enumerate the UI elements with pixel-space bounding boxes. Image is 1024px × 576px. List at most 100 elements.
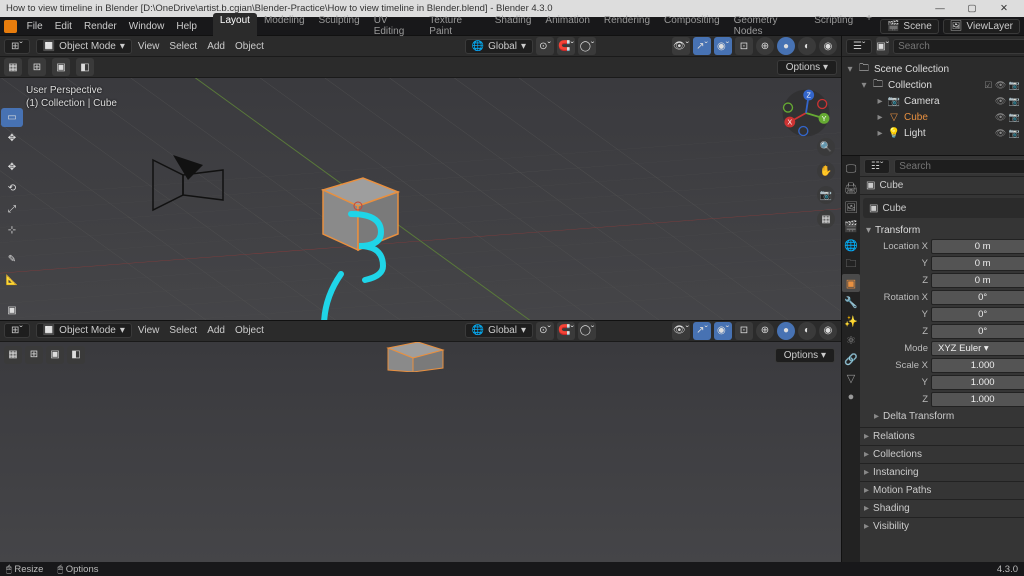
breadcrumb[interactable]: ▣ Cube📌 <box>860 177 1024 195</box>
vp-menu-add[interactable]: Add <box>207 41 225 52</box>
tool-move[interactable]: ✥ <box>1 158 23 177</box>
vp-menu-view[interactable]: View <box>138 41 160 52</box>
menu-render[interactable]: Render <box>78 21 123 32</box>
ptab-particles[interactable]: ✨ <box>842 312 860 330</box>
overlay2-icon-1[interactable]: ▦ <box>4 346 22 364</box>
menu-help[interactable]: Help <box>170 21 203 32</box>
tool-annotate[interactable]: ✎ <box>1 250 23 269</box>
shading-solid-button[interactable]: ● <box>777 37 795 55</box>
rotation-mode-select[interactable]: XYZ Euler ▾ <box>931 341 1024 356</box>
scale-y-input[interactable]: 1.000 <box>931 375 1024 390</box>
vp2-menu-add[interactable]: Add <box>207 325 225 336</box>
ptab-physics[interactable]: ⚛ <box>842 331 860 349</box>
options-button-2[interactable]: Options ▾ <box>775 348 835 363</box>
proportional-button[interactable]: ◯ˇ <box>578 37 596 55</box>
mode-selector-2[interactable]: 🔲 Object Mode ▾ <box>36 323 132 338</box>
overlay-button-2[interactable]: ◉ˇ <box>714 322 732 340</box>
outliner-filter-icon[interactable]: ▣ˇ <box>876 37 889 55</box>
tree-row-camera[interactable]: ▸📷Camera👁 📷 <box>844 93 1022 109</box>
row-toggles[interactable]: 👁 📷 <box>995 96 1020 107</box>
status-resize[interactable]: 🖱 Resize <box>6 564 43 575</box>
outliner-editor-type[interactable]: ☰ˇ <box>846 39 872 54</box>
vp-menu-object[interactable]: Object <box>235 41 264 52</box>
ptab-world[interactable]: 🌐 <box>842 236 860 254</box>
tree-row-light[interactable]: ▸💡Light👁 📷 <box>844 125 1022 141</box>
snap-button[interactable]: 🧲ˇ <box>557 37 575 55</box>
shading-rendered-button[interactable]: ◉ <box>819 37 837 55</box>
tool-cursor[interactable]: ✥ <box>1 129 23 148</box>
tool-add-cube[interactable]: ▣ <box>1 301 23 320</box>
nav-gizmo[interactable]: X Y Z <box>779 86 833 140</box>
row-toggles[interactable]: 👁 📷 <box>995 128 1020 139</box>
datablock-name[interactable]: ▣ Cube <box>863 198 1024 218</box>
gizmo-button[interactable]: ↗ˇ <box>693 37 711 55</box>
overlay2-icon-4[interactable]: ◧ <box>67 346 85 364</box>
proportional-button-2[interactable]: ◯ˇ <box>578 322 596 340</box>
location-x-input[interactable]: 0 m <box>931 239 1024 254</box>
ptab-data[interactable]: ▽ <box>842 369 860 387</box>
vp2-menu-select[interactable]: Select <box>169 325 197 336</box>
outliner-search-input[interactable] <box>893 39 1024 54</box>
tool-scale[interactable]: ⤢ <box>1 200 23 219</box>
xray-button-2[interactable]: ⊡ <box>735 322 753 340</box>
mode-selector[interactable]: 🔲 Object Mode ▾ <box>36 39 132 54</box>
delta-transform-section[interactable]: ▸Delta Transform <box>864 408 1024 425</box>
outliner-tree[interactable]: ▾🗀Scene Collection ▾🗀Collection☑ 👁 📷 ▸📷C… <box>842 57 1024 155</box>
shading-material-button-2[interactable]: ◐ <box>798 322 816 340</box>
ptab-render[interactable]: 🖵 <box>842 160 860 178</box>
tree-row-collection[interactable]: ▾🗀Collection☑ 👁 📷 <box>844 77 1022 93</box>
rotation-z-input[interactable]: 0° <box>931 324 1024 339</box>
menu-file[interactable]: File <box>21 21 49 32</box>
ptab-viewlayer[interactable]: 🖼 <box>842 198 860 216</box>
pan-button[interactable]: ✋ <box>817 162 835 180</box>
tool-select-box[interactable]: ▭ <box>1 108 23 127</box>
props-search-input[interactable] <box>894 159 1024 174</box>
options-button[interactable]: Options ▾ <box>777 60 837 75</box>
snap-button-2[interactable]: 🧲ˇ <box>557 322 575 340</box>
shading-solid-button-2[interactable]: ● <box>777 322 795 340</box>
overlay-icon-2[interactable]: ⊞ <box>28 58 46 76</box>
scale-x-input[interactable]: 1.000 <box>931 358 1024 373</box>
editor-type-button[interactable]: ⊞ˇ <box>4 39 30 54</box>
vp2-menu-object[interactable]: Object <box>235 325 264 336</box>
section-motion-paths[interactable]: ▸Motion Paths <box>860 481 1024 499</box>
close-button[interactable]: ✕ <box>990 1 1018 16</box>
pivot-button[interactable]: ⊙ˇ <box>536 37 554 55</box>
ptab-object[interactable]: ▣ <box>842 274 860 292</box>
viewport-3d[interactable]: ▭ ✥ ✥ ⟲ ⤢ ⊹ ✎ 📐 ▣ User Perspective (1) C… <box>0 78 841 320</box>
perspective-button[interactable]: ▦ <box>817 210 835 228</box>
scene-selector[interactable]: 🎬 Scene <box>880 19 939 34</box>
viewport-3d-2[interactable]: ▦ ⊞ ▣ ◧ Options ▾ <box>0 342 841 563</box>
minimize-button[interactable]: — <box>926 1 954 16</box>
tool-transform[interactable]: ⊹ <box>1 221 23 240</box>
overlay-icon-3[interactable]: ▣ <box>52 58 70 76</box>
visibility-button-2[interactable]: 👁ˇ <box>672 322 690 340</box>
overlay-icon-4[interactable]: ◧ <box>76 58 94 76</box>
tree-row-scene-collection[interactable]: ▾🗀Scene Collection <box>844 61 1022 77</box>
status-options[interactable]: 🖱 Options <box>57 564 98 575</box>
props-editor-type[interactable]: ☷ˇ <box>864 159 890 174</box>
row-toggles[interactable]: 👁 📷 <box>995 112 1020 123</box>
ptab-output[interactable]: 🖨 <box>842 179 860 197</box>
tool-measure[interactable]: 📐 <box>1 271 23 290</box>
editor-type-button-2[interactable]: ⊞ˇ <box>4 323 30 338</box>
xray-button[interactable]: ⊡ <box>735 37 753 55</box>
ptab-constraints[interactable]: 🔗 <box>842 350 860 368</box>
shading-material-button[interactable]: ◐ <box>798 37 816 55</box>
ptab-collection[interactable]: 🗀 <box>842 255 860 273</box>
shading-rendered-button-2[interactable]: ◉ <box>819 322 837 340</box>
tool-rotate[interactable]: ⟲ <box>1 179 23 198</box>
section-shading[interactable]: ▸Shading <box>860 499 1024 517</box>
gizmo-button-2[interactable]: ↗ˇ <box>693 322 711 340</box>
menu-edit[interactable]: Edit <box>49 21 78 32</box>
overlay2-icon-2[interactable]: ⊞ <box>25 346 43 364</box>
scale-z-input[interactable]: 1.000 <box>931 392 1024 407</box>
shading-wireframe-button[interactable]: ⊕ <box>756 37 774 55</box>
overlay-icon-1[interactable]: ▦ <box>4 58 22 76</box>
transform-title[interactable]: ▾Transform <box>864 223 1024 238</box>
section-instancing[interactable]: ▸Instancing <box>860 463 1024 481</box>
zoom-button[interactable]: 🔍 <box>817 138 835 156</box>
overlay-button[interactable]: ◉ˇ <box>714 37 732 55</box>
tree-row-cube[interactable]: ▸▽Cube👁 📷 <box>844 109 1022 125</box>
vp-menu-select[interactable]: Select <box>169 41 197 52</box>
